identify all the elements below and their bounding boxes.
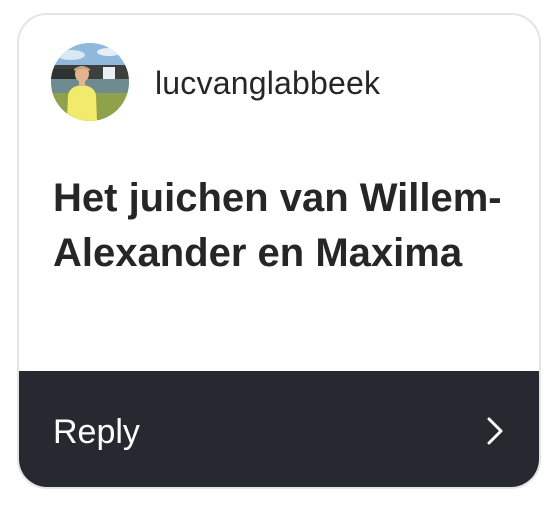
question-text: Het juichen van Willem-Alexander en Maxi… <box>53 176 502 275</box>
reply-label: Reply <box>53 413 140 451</box>
username[interactable]: lucvanglabbeek <box>155 65 380 101</box>
avatar[interactable] <box>51 43 129 121</box>
question-card: lucvanglabbeek Het juichen van Willem-Al… <box>17 13 541 489</box>
card-header: lucvanglabbeek <box>19 15 539 145</box>
reply-button[interactable]: Reply <box>19 371 539 487</box>
chevron-right-icon <box>487 417 503 445</box>
avatar-photo-icon <box>51 43 129 121</box>
